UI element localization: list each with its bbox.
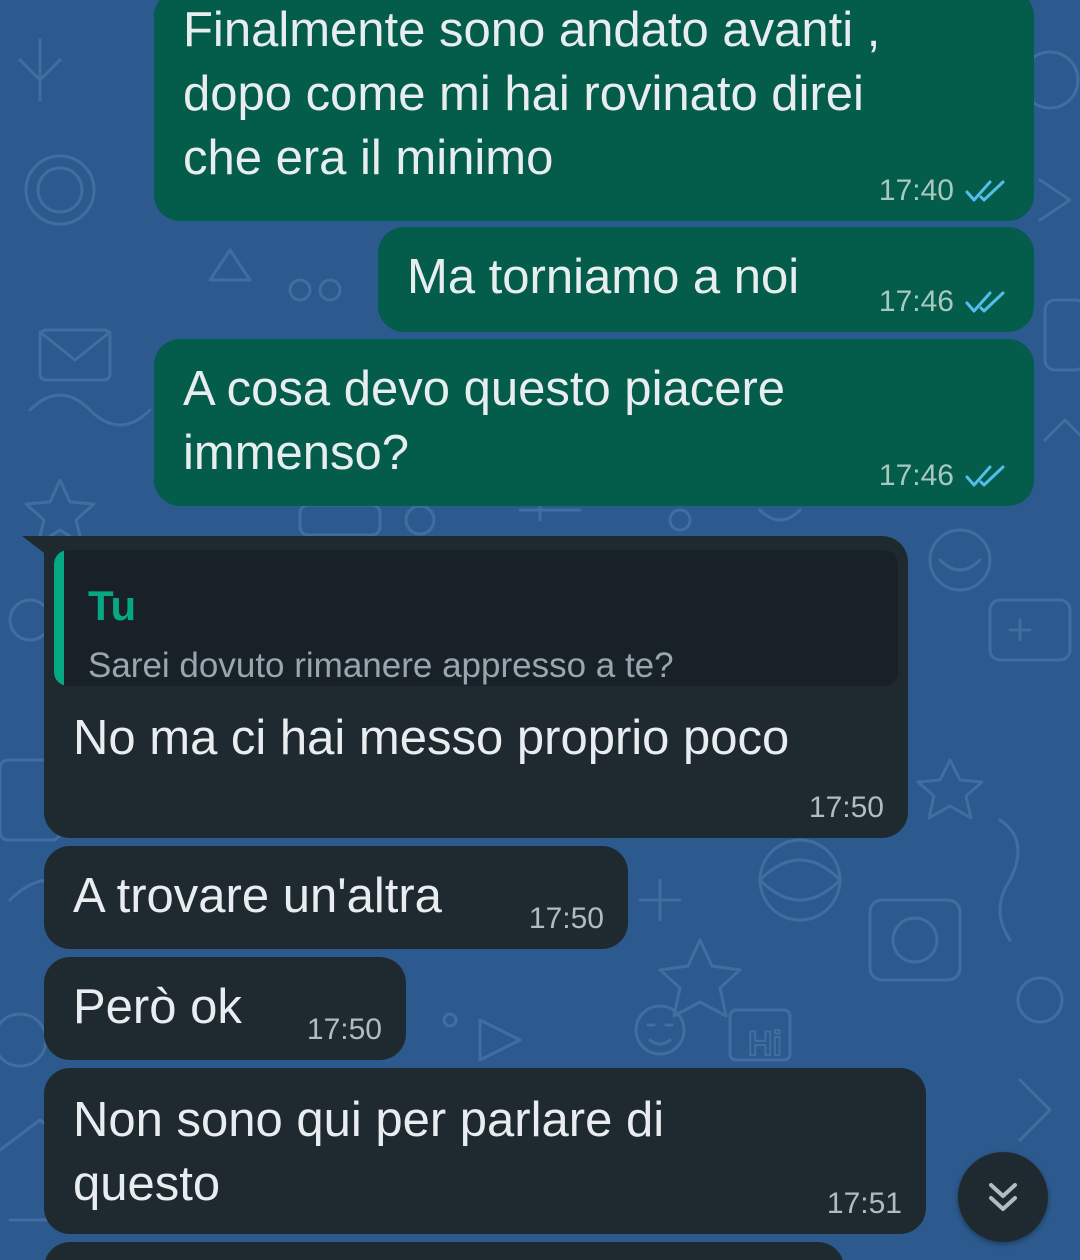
message-meta: 17:50: [809, 793, 884, 823]
outgoing-message[interactable]: Ma torniamo a noi 17:46: [378, 227, 1034, 332]
double-chevron-down-icon: [989, 1183, 1017, 1211]
read-ticks-icon: [965, 465, 1005, 487]
message-time: 17:50: [306, 1013, 382, 1046]
message-text: Non sono qui per parlare di questo: [73, 1093, 665, 1211]
quoted-reply[interactable]: Tu Sarei dovuto rimanere appresso a te?: [54, 550, 898, 686]
outgoing-message[interactable]: Finalmente sono andato avanti , dopo com…: [154, 0, 1034, 221]
incoming-message-partial[interactable]: [44, 1242, 844, 1260]
message-text: A trovare un'altra: [73, 869, 442, 923]
message-meta: 17:40: [879, 176, 1010, 206]
message-text: Però ok: [73, 980, 242, 1034]
message-time: 17:40: [878, 174, 954, 207]
message-text: A cosa devo questo piacere immenso?: [183, 362, 786, 480]
quote-text: Sarei dovuto rimanere appresso a te?: [88, 646, 674, 685]
incoming-message[interactable]: Tu Sarei dovuto rimanere appresso a te? …: [44, 536, 908, 838]
message-meta: 17:46: [879, 461, 1010, 491]
incoming-message[interactable]: Però ok 17:50: [44, 957, 406, 1060]
message-time: 17:46: [878, 285, 954, 318]
quote-accent-bar: [54, 550, 64, 686]
message-meta: 17:46: [879, 287, 1010, 317]
read-ticks-icon: [965, 180, 1005, 202]
scroll-to-bottom-button[interactable]: [958, 1152, 1048, 1242]
read-ticks-icon: [965, 291, 1005, 313]
message-meta: 17:51: [827, 1189, 902, 1219]
message-text: No ma ci hai messo proprio poco: [73, 711, 790, 765]
outgoing-message[interactable]: A cosa devo questo piacere immenso? 17:4…: [154, 339, 1034, 506]
incoming-message[interactable]: Non sono qui per parlare di questo 17:51: [44, 1068, 926, 1234]
quote-author: Tu: [88, 582, 137, 629]
message-meta: 17:50: [529, 904, 604, 934]
message-text: Ma torniamo a noi: [407, 250, 800, 304]
message-text: Finalmente sono andato avanti , dopo com…: [183, 3, 881, 185]
chat-messages-list[interactable]: Finalmente sono andato avanti , dopo com…: [0, 0, 1080, 1260]
message-time: 17:46: [878, 459, 954, 492]
message-time: 17:51: [826, 1187, 902, 1220]
incoming-message[interactable]: A trovare un'altra 17:50: [44, 846, 628, 949]
message-time: 17:50: [528, 902, 604, 935]
message-meta: 17:50: [307, 1015, 382, 1045]
message-time: 17:50: [808, 791, 884, 824]
